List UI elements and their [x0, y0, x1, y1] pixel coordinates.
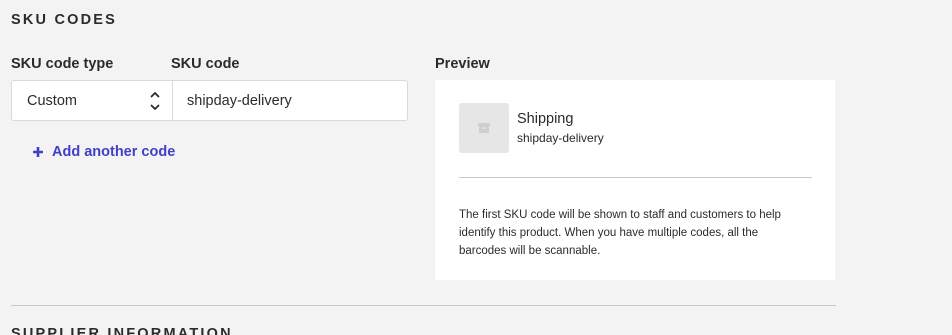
sku-code-label: SKU code [171, 56, 240, 72]
sku-code-input-value: shipday-delivery [187, 92, 292, 109]
sku-code-input[interactable]: shipday-delivery [173, 81, 407, 120]
next-section-title: SUPPLIER INFORMATION [11, 326, 233, 335]
preview-product-code: shipday-delivery [517, 131, 604, 145]
sku-codes-page: SKU CODES SKU code type SKU code Custom … [0, 0, 952, 335]
preview-help-text: The first SKU code will be shown to staf… [459, 209, 781, 257]
preview-divider [459, 177, 812, 178]
section-divider [11, 305, 836, 306]
plus-icon [33, 147, 43, 157]
sku-code-type-value: Custom [27, 92, 77, 109]
add-another-code-button[interactable]: Add another code [32, 144, 175, 160]
sku-code-input-group: Custom shipday-delivery [11, 80, 408, 121]
select-arrows-icon [150, 92, 160, 110]
section-title: SKU CODES [11, 12, 118, 28]
add-another-code-label: Add another code [52, 144, 176, 160]
product-thumbnail [459, 103, 509, 153]
sku-code-type-label: SKU code type [11, 56, 114, 72]
preview-card: Shipping shipday-delivery The first SKU … [435, 80, 835, 280]
preview-label: Preview [435, 56, 490, 72]
box-icon [478, 123, 490, 133]
sku-code-type-select[interactable]: Custom [12, 81, 173, 120]
preview-product-name: Shipping [517, 111, 574, 127]
